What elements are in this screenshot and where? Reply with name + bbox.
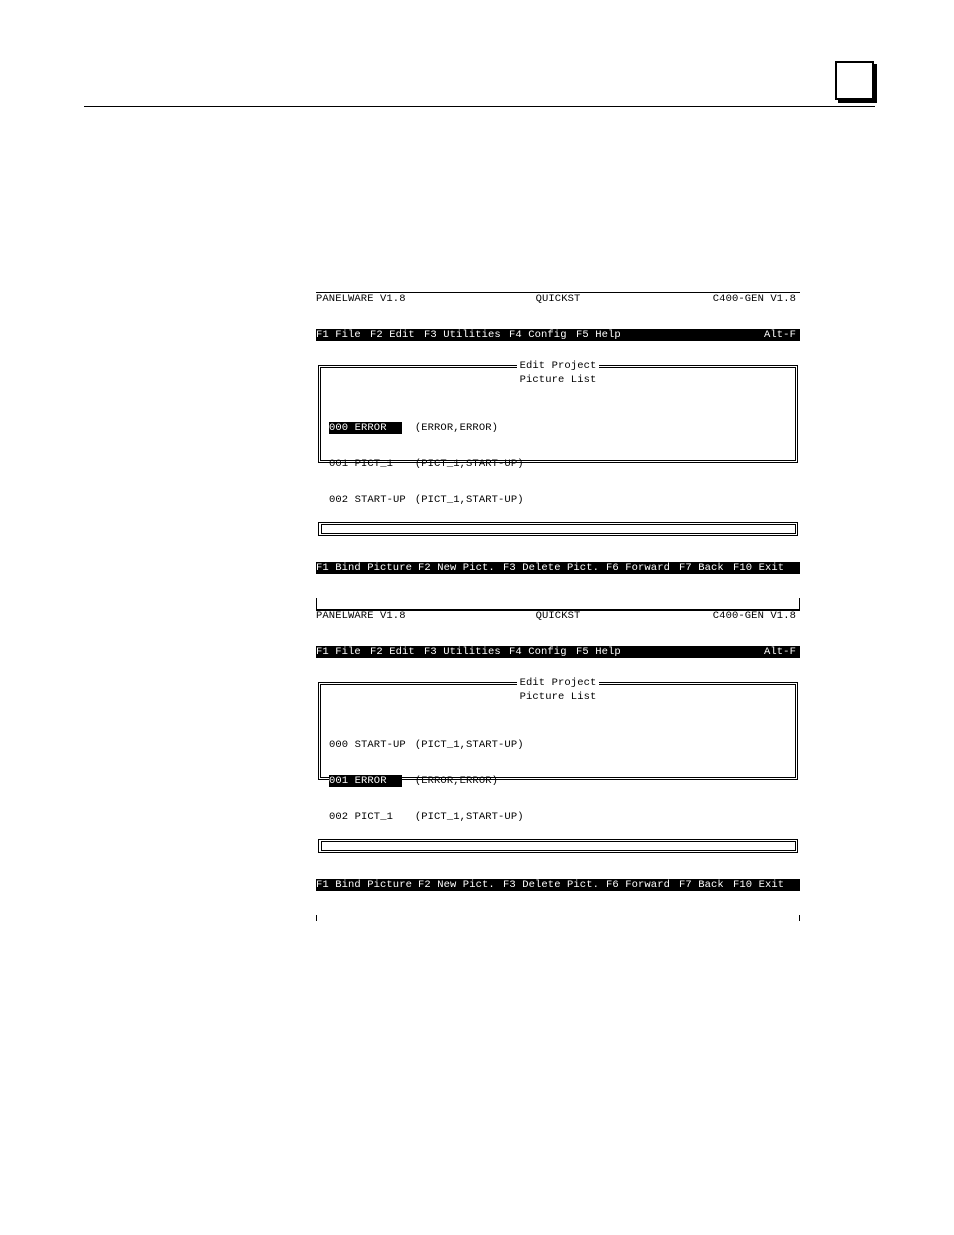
menu-item-file[interactable]: F1 File: [316, 646, 361, 658]
edit-project-frame: Edit Project Picture List 000 ERROR (ERR…: [318, 360, 798, 506]
fkey-forward[interactable]: F6 Forward: [606, 562, 670, 574]
page-header-rule: [84, 106, 875, 107]
menu-item-file[interactable]: F1 File: [316, 329, 361, 341]
frame-title: Edit Project: [516, 677, 600, 689]
menu-item-utilities[interactable]: F3 Utilities: [424, 329, 501, 341]
title-bar: PANELWARE V1.8 QUICKST C400-GEN V1.8: [316, 292, 800, 305]
fkey-exit[interactable]: F10 Exit: [733, 562, 784, 574]
menu-item-edit[interactable]: F2 Edit: [370, 329, 415, 341]
list-item[interactable]: 002 PICT_1 (PICT_1,START-UP): [329, 811, 524, 823]
fkey-new-picture[interactable]: F2 New Pict.: [418, 562, 495, 574]
fkey-bind-picture[interactable]: F1 Bind Picture: [316, 562, 412, 574]
picture-name: 000 START-UP: [329, 739, 406, 751]
title-bar: PANELWARE V1.8 QUICKST C400-GEN V1.8: [316, 609, 800, 622]
frame-title: Edit Project: [516, 360, 600, 372]
menu-item-help[interactable]: F5 Help: [576, 329, 621, 341]
fkey-delete-picture[interactable]: F3 Delete Pict.: [503, 562, 599, 574]
picture-detail: (ERROR,ERROR): [414, 422, 499, 434]
picture-detail: (PICT_1,START-UP): [414, 811, 524, 823]
fkey-delete-picture[interactable]: F3 Delete Pict.: [503, 879, 599, 891]
list-item[interactable]: 001 PICT_1 (PICT_1,START-UP): [329, 458, 524, 470]
picture-name: 002 START-UP: [329, 494, 406, 506]
picture-list-title: Picture List: [519, 691, 597, 703]
picture-name: 001 ERROR: [329, 775, 402, 787]
panelware-screen-2: PANELWARE V1.8 QUICKST C400-GEN V1.8 F1 …: [316, 585, 800, 933]
menu-item-utilities[interactable]: F3 Utilities: [424, 646, 501, 658]
fkey-forward[interactable]: F6 Forward: [606, 879, 670, 891]
list-item[interactable]: 002 START-UP (PICT_1,START-UP): [329, 494, 524, 506]
list-item[interactable]: 000 ERROR (ERROR,ERROR): [329, 422, 524, 434]
picture-list: 000 ERROR (ERROR,ERROR) 001 PICT_1 (PICT…: [329, 398, 524, 530]
list-item[interactable]: 000 START-UP (PICT_1,START-UP): [329, 739, 524, 751]
panelware-screen-1: PANELWARE V1.8 QUICKST C400-GEN V1.8 F1 …: [316, 268, 800, 623]
function-key-bar: F1 Bind Picture F2 New Pict. F3 Delete P…: [316, 562, 800, 574]
picture-list: 000 START-UP (PICT_1,START-UP) 001 ERROR…: [329, 715, 524, 847]
picture-detail: (ERROR,ERROR): [414, 775, 499, 787]
menu-item-config[interactable]: F4 Config: [509, 646, 567, 658]
menu-item-help[interactable]: F5 Help: [576, 646, 621, 658]
menu-bar: F1 File F2 Edit F3 Utilities F4 Config F…: [316, 646, 800, 658]
menu-item-edit[interactable]: F2 Edit: [370, 646, 415, 658]
function-key-bar: F1 Bind Picture F2 New Pict. F3 Delete P…: [316, 879, 800, 891]
target-version: C400-GEN V1.8: [712, 610, 796, 622]
menu-shortcut-hint: Alt-F: [763, 329, 796, 341]
fkey-new-picture[interactable]: F2 New Pict.: [418, 879, 495, 891]
menu-bar: F1 File F2 Edit F3 Utilities F4 Config F…: [316, 329, 800, 341]
picture-name: 002 PICT_1: [329, 811, 394, 823]
list-item[interactable]: 001 ERROR (ERROR,ERROR): [329, 775, 524, 787]
menu-item-config[interactable]: F4 Config: [509, 329, 567, 341]
target-version: C400-GEN V1.8: [712, 293, 796, 305]
fkey-exit[interactable]: F10 Exit: [733, 879, 784, 891]
picture-name: 001 PICT_1: [329, 458, 394, 470]
picture-name: 000 ERROR: [329, 422, 402, 434]
message-line: [316, 915, 800, 921]
fkey-back[interactable]: F7 Back: [679, 562, 724, 574]
picture-detail: (PICT_1,START-UP): [414, 739, 524, 751]
fkey-back[interactable]: F7 Back: [679, 879, 724, 891]
edit-project-frame: Edit Project Picture List 000 START-UP (…: [318, 677, 798, 823]
menu-shortcut-hint: Alt-F: [763, 646, 796, 658]
chapter-tab-box: [835, 61, 874, 100]
picture-detail: (PICT_1,START-UP): [414, 458, 524, 470]
fkey-bind-picture[interactable]: F1 Bind Picture: [316, 879, 412, 891]
picture-detail: (PICT_1,START-UP): [414, 494, 524, 506]
picture-list-title: Picture List: [519, 374, 597, 386]
